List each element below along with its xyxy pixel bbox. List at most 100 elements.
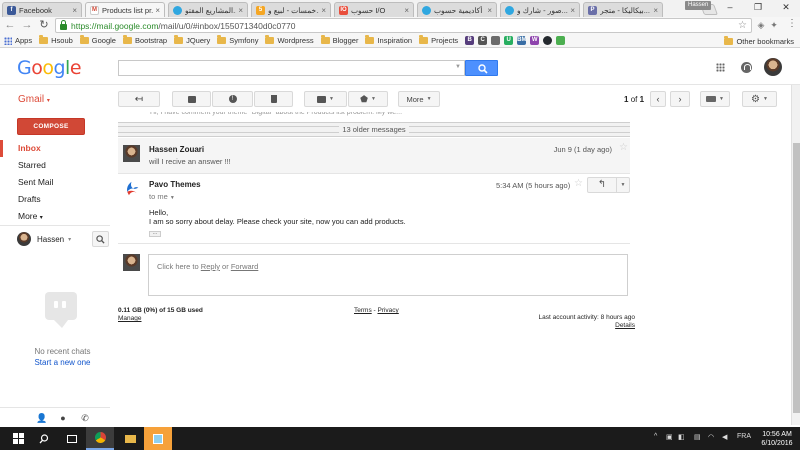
reply-link[interactable]: Reply	[201, 262, 220, 271]
bootstrap-bookmark-icon[interactable]: B	[465, 36, 475, 45]
archive-button[interactable]	[172, 91, 211, 107]
profile-chip[interactable]: Hassen	[685, 1, 712, 10]
hangouts-user[interactable]: Hassen ▾	[17, 232, 71, 246]
nav-drafts[interactable]: Drafts	[0, 191, 110, 208]
google-logo[interactable]: Google	[17, 57, 82, 79]
site-bookmark-icon[interactable]	[491, 36, 501, 45]
bookmark-folder[interactable]: Bootstrap	[122, 35, 167, 45]
clock[interactable]: 10:56 AM 6/10/2016	[758, 430, 796, 448]
hangouts-search-button[interactable]	[92, 231, 109, 247]
show-trimmed-content-button[interactable]: ...	[149, 230, 161, 237]
input-tools-button[interactable]: ▼	[700, 91, 730, 107]
reply-box[interactable]: Click here to Reply or Forward	[148, 254, 628, 296]
tab-khamsat[interactable]: 5 خمسات - لبيع و... ×	[251, 2, 331, 17]
nav-sent-mail[interactable]: Sent Mail	[0, 174, 110, 191]
more-button[interactable]: More ▼	[398, 91, 440, 107]
older-messages-bar[interactable]: 13 older messages	[118, 122, 630, 137]
reply-button[interactable]: ↰	[587, 177, 617, 193]
network-icon[interactable]: ▤	[694, 433, 701, 441]
github-bookmark-icon[interactable]	[543, 36, 553, 45]
back-icon[interactable]: ←	[3, 18, 17, 32]
tab-academy[interactable]: أكاديمية حسوب ×	[417, 2, 497, 17]
other-bookmarks[interactable]: Other bookmarks	[724, 36, 794, 46]
close-icon[interactable]: ×	[72, 6, 77, 15]
star-icon[interactable]: ☆	[619, 142, 628, 153]
bookmark-folder[interactable]: Hsoub	[39, 35, 73, 45]
forward-link[interactable]: Forward	[231, 262, 259, 271]
minimize-icon[interactable]: –	[716, 0, 744, 14]
tab-io[interactable]: IO حسوب I/O ×	[334, 2, 414, 17]
nav-inbox[interactable]: Inbox	[0, 140, 110, 157]
newer-button[interactable]: ‹	[650, 91, 666, 107]
bookmark-folder[interactable]: Symfony	[217, 35, 258, 45]
scrollbar-thumb[interactable]	[793, 143, 800, 413]
hangouts-icon[interactable]: ●	[58, 413, 68, 423]
close-icon[interactable]: ×	[570, 6, 575, 15]
tab-mostaql[interactable]: المشاريع المفتو... ×	[168, 2, 248, 17]
gmail-menu[interactable]: Gmail ▾	[18, 94, 50, 105]
windows-start-icon[interactable]	[4, 427, 32, 450]
page-scrollbar[interactable]	[791, 85, 800, 425]
chrome-taskbar-icon[interactable]	[86, 427, 114, 450]
bookmark-folder[interactable]: Google	[79, 35, 116, 45]
close-window-icon[interactable]: ✕	[772, 0, 800, 14]
forward-icon[interactable]: →	[20, 18, 34, 32]
close-icon[interactable]: ×	[653, 6, 658, 15]
address-bar[interactable]: https://mail.google.com/mail/u/0/#inbox/…	[55, 18, 752, 33]
file-explorer-icon[interactable]	[116, 427, 144, 450]
bookmark-folder[interactable]: JQuery	[174, 35, 210, 45]
star-bookmark-icon[interactable]: ☆	[738, 20, 747, 31]
start-new-chat-link[interactable]: Start a new one	[0, 358, 125, 367]
tab-images[interactable]: صور - شارك و... ×	[500, 2, 580, 17]
app-box-icon[interactable]	[144, 427, 172, 450]
search-input[interactable]: ▼	[118, 60, 465, 76]
tab-facebook[interactable]: f Facebook ×	[2, 2, 82, 17]
search-button[interactable]	[465, 60, 498, 76]
search-icon[interactable]	[30, 427, 58, 450]
google-apps-icon[interactable]	[716, 63, 725, 72]
task-view-icon[interactable]	[58, 427, 86, 450]
compose-button[interactable]: COMPOSE	[17, 118, 85, 135]
bm-bookmark-icon[interactable]: BM	[517, 36, 527, 45]
close-icon[interactable]: ×	[487, 6, 492, 15]
upwork-bookmark-icon[interactable]: U	[504, 36, 514, 45]
reload-icon[interactable]: ↻	[37, 18, 51, 32]
close-icon[interactable]: ×	[155, 6, 160, 15]
back-to-inbox-button[interactable]: ↤	[118, 91, 160, 107]
more-actions-button[interactable]: ▼	[617, 177, 630, 193]
tray-app-icon[interactable]: ▣	[666, 433, 673, 441]
terms-link[interactable]: Terms	[354, 307, 372, 314]
tab-gmail[interactable]: M Products list pr... ×	[85, 2, 165, 17]
codepen-bookmark-icon[interactable]: C	[478, 36, 488, 45]
account-avatar[interactable]	[764, 58, 782, 76]
close-icon[interactable]: ×	[404, 6, 409, 15]
maximize-icon[interactable]: ❐	[744, 0, 772, 14]
notifications-icon[interactable]	[741, 62, 752, 73]
privacy-link[interactable]: Privacy	[377, 307, 398, 314]
older-button[interactable]: ›	[670, 91, 690, 107]
close-icon[interactable]: ×	[238, 6, 243, 15]
bookmark-folder[interactable]: Wordpress	[265, 35, 314, 45]
star-icon[interactable]: ☆	[574, 178, 583, 189]
extension-icon[interactable]: ◈	[756, 20, 766, 30]
move-to-button[interactable]: ▼	[304, 91, 347, 107]
settings-button[interactable]: ⚙ ▼	[742, 91, 777, 107]
labels-button[interactable]: ⬟ ▼	[348, 91, 388, 107]
w-bookmark-icon[interactable]: W	[530, 36, 540, 45]
tab-store[interactable]: P بيكاليكا - متجر... ×	[583, 2, 663, 17]
extension-icon[interactable]: ✦	[769, 20, 779, 30]
search-options-icon[interactable]: ▼	[455, 64, 461, 70]
bookmark-apps[interactable]: Apps	[4, 36, 32, 45]
wifi-icon[interactable]: ◠	[708, 433, 714, 441]
bookmark-folder[interactable]: Blogger	[320, 35, 358, 45]
manage-storage-link[interactable]: Manage	[118, 315, 142, 322]
language-indicator[interactable]: FRA	[737, 433, 751, 440]
message-collapsed[interactable]: Hassen Zouari will I recive an answer !!…	[118, 138, 630, 174]
phone-icon[interactable]: ✆	[80, 413, 90, 423]
delete-button[interactable]	[254, 91, 293, 107]
nav-more[interactable]: More ▾	[0, 208, 110, 225]
bookmark-folder[interactable]: Inspiration	[365, 35, 412, 45]
volume-icon[interactable]: ◀	[722, 433, 727, 441]
person-icon[interactable]: 👤	[36, 413, 47, 423]
tray-show-hidden-icon[interactable]: ^	[654, 433, 657, 440]
